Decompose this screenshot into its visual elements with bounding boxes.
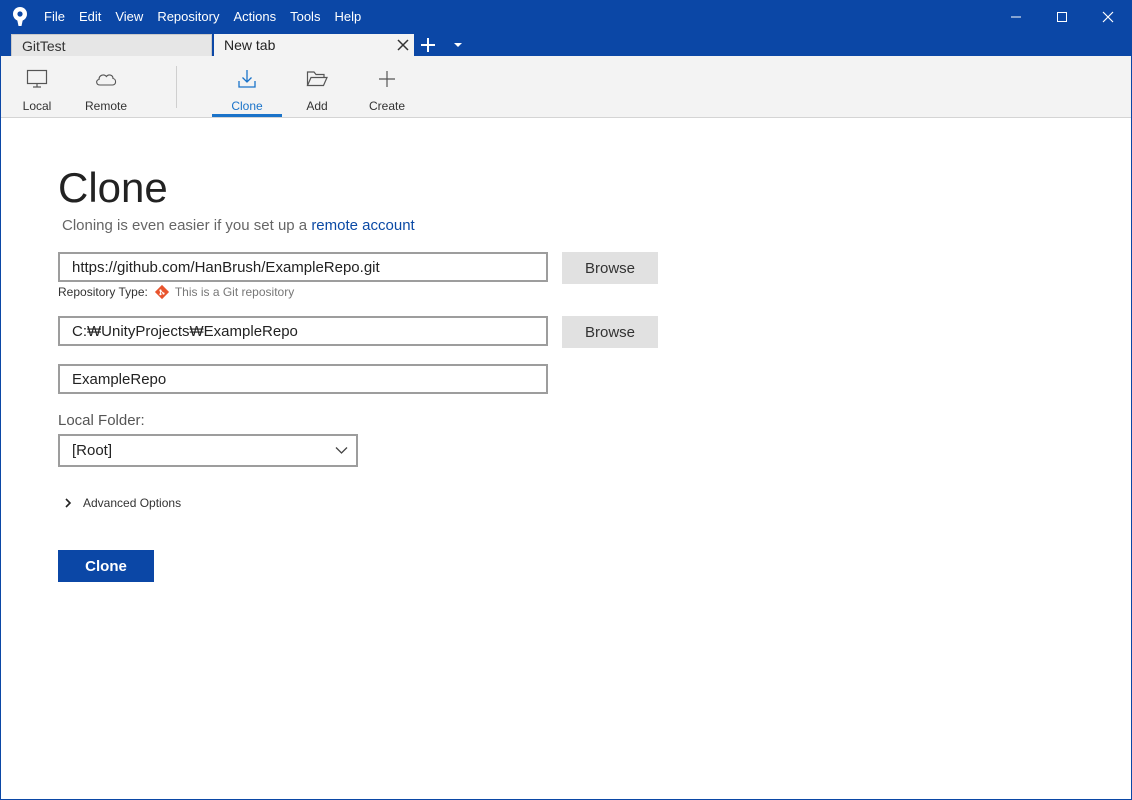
menu-repository[interactable]: Repository: [150, 9, 226, 24]
window-controls: [993, 1, 1131, 32]
toolbar-clone-label: Clone: [231, 99, 263, 113]
open-folder-icon: [305, 68, 329, 90]
toolbar-clone-button[interactable]: Clone: [212, 56, 282, 118]
menu-edit[interactable]: Edit: [72, 9, 108, 24]
maximize-icon: [1057, 11, 1067, 22]
toolbar-add-button[interactable]: Add: [282, 56, 352, 118]
toolbar-remote-button[interactable]: Remote: [71, 56, 141, 118]
local-folder-select[interactable]: [Root]: [58, 434, 358, 467]
browse-label: Browse: [584, 323, 636, 341]
tab-label: GitTest: [22, 37, 66, 54]
page-title: Clone: [58, 164, 168, 211]
title-bar: File Edit View Repository Actions Tools …: [1, 1, 1131, 32]
git-icon: [154, 284, 169, 300]
menu-view[interactable]: View: [108, 9, 150, 24]
minimize-button[interactable]: [993, 1, 1039, 32]
menu-help[interactable]: Help: [327, 9, 368, 24]
download-icon: [235, 68, 259, 90]
repository-type-value: This is a Git repository: [174, 285, 295, 299]
tab-label: New tab: [224, 37, 276, 53]
toolbar-create-label: Create: [368, 99, 406, 113]
browse-label: Browse: [584, 259, 636, 277]
browse-source-button[interactable]: Browse: [562, 252, 658, 284]
advanced-options-toggle[interactable]: Advanced Options: [63, 496, 181, 510]
close-window-button[interactable]: [1085, 1, 1131, 32]
repository-type-label: Repository Type:: [58, 285, 148, 299]
close-tab-icon[interactable]: [396, 38, 410, 52]
maximize-button[interactable]: [1039, 1, 1085, 32]
menu-actions[interactable]: Actions: [226, 9, 283, 24]
toolbar: Local Remote Clone Add Create: [1, 56, 1131, 118]
source-url-input[interactable]: https://github.com/HanBrush/ExampleRepo.…: [58, 252, 548, 282]
destination-path-input[interactable]: C:₩UnityProjects₩ExampleRepo: [58, 316, 548, 346]
plus-icon: [375, 68, 399, 90]
sourcetree-logo-icon: [13, 7, 27, 26]
toolbar-create-button[interactable]: Create: [352, 56, 422, 118]
tab-gittest[interactable]: GitTest: [11, 34, 212, 56]
repository-name-value: ExampleRepo: [72, 370, 167, 388]
app-window: File Edit View Repository Actions Tools …: [0, 0, 1132, 800]
remote-account-link[interactable]: remote account: [311, 217, 414, 234]
subtitle-text: Cloning is even easier if you set up a: [62, 217, 312, 234]
advanced-options-label: Advanced Options: [83, 496, 182, 510]
toolbar-local-button[interactable]: Local: [2, 56, 72, 118]
toolbar-separator: [176, 66, 177, 108]
clone-button[interactable]: Clone: [58, 550, 154, 582]
tab-bar: GitTest New tab: [1, 32, 1131, 56]
add-tab-icon[interactable]: [419, 36, 437, 54]
toolbar-local-label: Local: [22, 99, 52, 113]
page-subtitle: Cloning is even easier if you set up a r…: [62, 217, 415, 234]
chevron-right-icon: [65, 498, 72, 508]
menu-bar: File Edit View Repository Actions Tools …: [37, 1, 368, 32]
toolbar-remote-label: Remote: [84, 99, 128, 113]
close-icon: [1102, 11, 1114, 22]
local-folder-label: Local Folder:: [58, 412, 145, 429]
monitor-icon: [25, 68, 49, 90]
menu-tools[interactable]: Tools: [283, 9, 327, 24]
source-url-value: https://github.com/HanBrush/ExampleRepo.…: [72, 258, 380, 276]
cloud-icon: [94, 68, 118, 90]
tab-new-tab[interactable]: New tab: [214, 34, 414, 56]
local-folder-value: [Root]: [72, 442, 113, 459]
repository-type-row: Repository Type: This is a Git repositor…: [58, 284, 294, 300]
repository-name-input[interactable]: ExampleRepo: [58, 364, 548, 394]
browse-destination-button[interactable]: Browse: [562, 316, 658, 348]
destination-path-value: C:₩UnityProjects₩ExampleRepo: [72, 322, 298, 340]
menu-file[interactable]: File: [37, 9, 72, 24]
chevron-down-icon: [335, 447, 348, 454]
toolbar-add-label: Add: [306, 99, 328, 113]
tab-list-dropdown-icon[interactable]: [452, 40, 464, 50]
minimize-icon: [1011, 16, 1021, 17]
clone-button-label: Clone: [85, 557, 127, 575]
